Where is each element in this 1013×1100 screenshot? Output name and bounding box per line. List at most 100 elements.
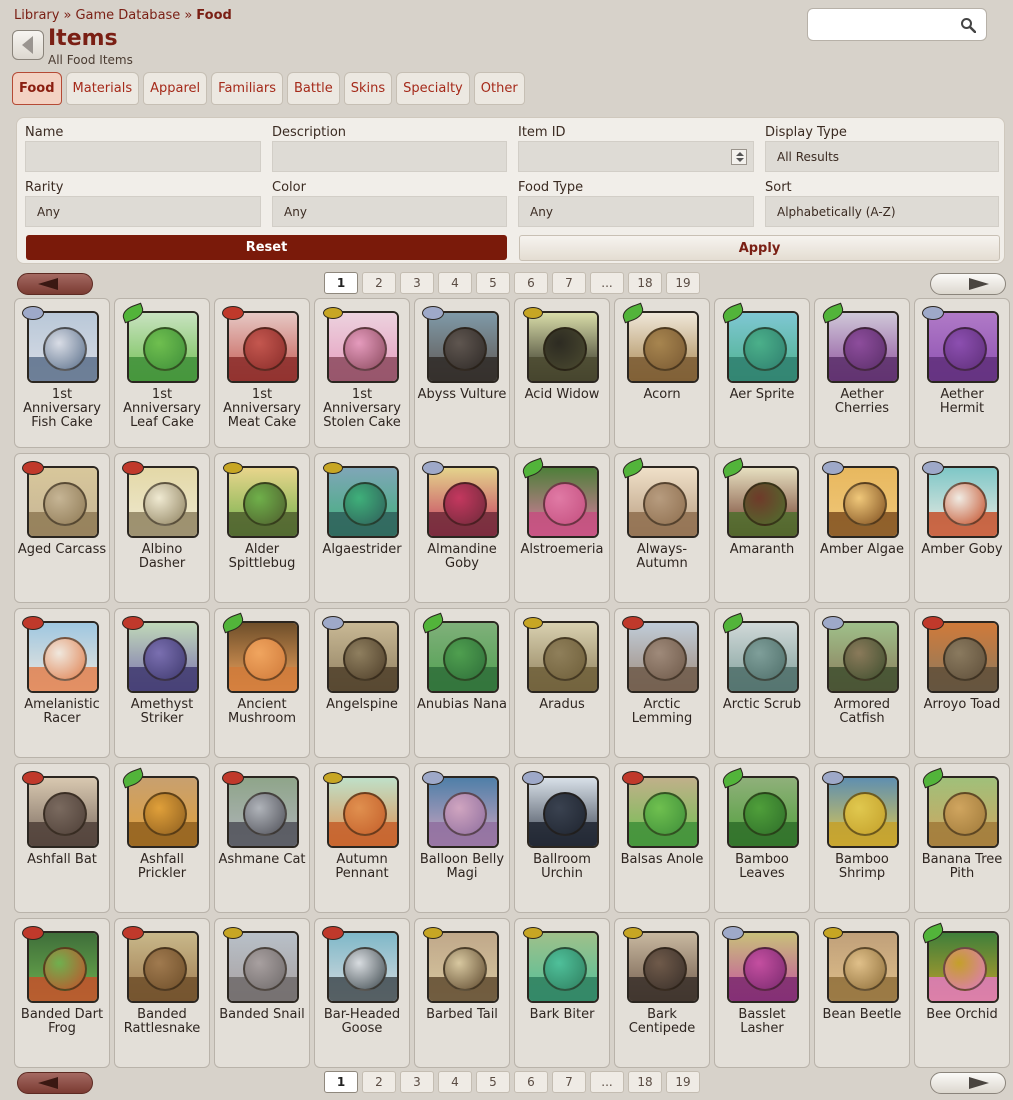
item-card[interactable]: Acid Widow (514, 298, 610, 448)
name-field[interactable] (25, 141, 261, 172)
item-name[interactable]: Banded Snail (217, 1008, 307, 1022)
item-name[interactable]: Armored Catfish (817, 698, 907, 726)
item-card[interactable]: Amaranth (714, 453, 810, 603)
item-card[interactable]: Aer Sprite (714, 298, 810, 448)
item-name[interactable]: Amber Goby (917, 543, 1007, 557)
item-name[interactable]: Algaestrider (317, 543, 407, 557)
item-name[interactable]: Bark Biter (517, 1008, 607, 1022)
page-7-button[interactable]: 7 (552, 272, 586, 294)
item-card[interactable]: Anubias Nana (414, 608, 510, 758)
breadcrumb-game-database[interactable]: Game Database (75, 8, 180, 23)
item-card[interactable]: Alstroemeria (514, 453, 610, 603)
item-card[interactable]: Banded Snail (214, 918, 310, 1068)
item-name[interactable]: Ancient Mushroom (217, 698, 307, 726)
item-name[interactable]: Bar-Headed Goose (317, 1008, 407, 1036)
item-name[interactable]: Alstroemeria (517, 543, 607, 557)
item-card[interactable]: Ashmane Cat (214, 763, 310, 913)
prev-page-button[interactable] (17, 273, 93, 295)
item-card[interactable]: Ashfall Bat (14, 763, 110, 913)
page-18-button[interactable]: 18 (628, 1071, 662, 1093)
item-name[interactable]: Aer Sprite (717, 388, 807, 402)
tab-apparel[interactable]: Apparel (143, 72, 208, 105)
tab-familiars[interactable]: Familiars (211, 72, 284, 105)
item-card[interactable]: Banded Rattlesnake (114, 918, 210, 1068)
item-name[interactable]: 1st Anniversary Fish Cake (17, 388, 107, 430)
item-card[interactable]: Autumn Pennant (314, 763, 410, 913)
item-name[interactable]: Aether Cherries (817, 388, 907, 416)
item-name[interactable]: Albino Dasher (117, 543, 207, 571)
breadcrumb-library[interactable]: Library (14, 8, 59, 23)
item-name[interactable]: Arctic Scrub (717, 698, 807, 712)
page-6-button[interactable]: 6 (514, 272, 548, 294)
page-3-button[interactable]: 3 (400, 272, 434, 294)
item-card[interactable]: Alder Spittlebug (214, 453, 310, 603)
page-5-button[interactable]: 5 (476, 1071, 510, 1093)
item-name[interactable]: Arctic Lemming (617, 698, 707, 726)
item-name[interactable]: Alder Spittlebug (217, 543, 307, 571)
item-card[interactable]: Algaestrider (314, 453, 410, 603)
item-name[interactable]: Anubias Nana (417, 698, 507, 712)
item-card[interactable]: Barbed Tail (414, 918, 510, 1068)
item-name[interactable]: Aether Hermit (917, 388, 1007, 416)
item-name[interactable]: Bean Beetle (817, 1008, 907, 1022)
item-name[interactable]: Banded Dart Frog (17, 1008, 107, 1036)
item-card[interactable]: Armored Catfish (814, 608, 910, 758)
item-name[interactable]: Aged Carcass (17, 543, 107, 557)
item-name[interactable]: Aradus (517, 698, 607, 712)
item-card[interactable]: Balsas Anole (614, 763, 710, 913)
item-card[interactable]: Albino Dasher (114, 453, 210, 603)
page-18-button[interactable]: 18 (628, 272, 662, 294)
page-19-button[interactable]: 19 (666, 1071, 700, 1093)
item-card[interactable]: Bar-Headed Goose (314, 918, 410, 1068)
item-name[interactable]: 1st Anniversary Meat Cake (217, 388, 307, 430)
item-card[interactable]: Bee Orchid (914, 918, 1010, 1068)
item-card[interactable]: Amber Algae (814, 453, 910, 603)
item-card[interactable]: Almandine Goby (414, 453, 510, 603)
item-name[interactable]: Banded Rattlesnake (117, 1008, 207, 1036)
item-name[interactable]: Bark Centipede (617, 1008, 707, 1036)
item-name[interactable]: Amaranth (717, 543, 807, 557)
item-card[interactable]: Bark Centipede (614, 918, 710, 1068)
tab-battle[interactable]: Battle (287, 72, 340, 105)
item-name[interactable]: Arroyo Toad (917, 698, 1007, 712)
item-card[interactable]: Aradus (514, 608, 610, 758)
reset-button[interactable]: Reset (26, 235, 507, 260)
next-page-button[interactable] (930, 273, 1006, 295)
item-name[interactable]: Ashfall Prickler (117, 853, 207, 881)
item-name[interactable]: Autumn Pennant (317, 853, 407, 881)
item-name[interactable]: Bamboo Leaves (717, 853, 807, 881)
tab-other[interactable]: Other (473, 72, 525, 105)
item-name[interactable]: Banana Tree Pith (917, 853, 1007, 881)
item-card[interactable]: Aether Hermit (914, 298, 1010, 448)
tab-materials[interactable]: Materials (65, 72, 140, 105)
item-id-spinner[interactable] (731, 149, 747, 165)
sort-select[interactable]: Alphabetically (A-Z) (765, 196, 999, 227)
item-name[interactable]: Acid Widow (517, 388, 607, 402)
page-2-button[interactable]: 2 (362, 272, 396, 294)
item-card[interactable]: Amethyst Striker (114, 608, 210, 758)
next-page-button[interactable] (930, 1072, 1006, 1094)
tab-food[interactable]: Food (12, 72, 62, 105)
item-card[interactable]: 1st Anniversary Leaf Cake (114, 298, 210, 448)
item-name[interactable]: Amethyst Striker (117, 698, 207, 726)
back-button[interactable] (12, 30, 44, 60)
display-type-select[interactable]: All Results (765, 141, 999, 172)
item-name[interactable]: 1st Anniversary Leaf Cake (117, 388, 207, 430)
page-6-button[interactable]: 6 (514, 1071, 548, 1093)
item-card[interactable]: 1st Anniversary Fish Cake (14, 298, 110, 448)
apply-button[interactable]: Apply (519, 235, 1000, 261)
item-card[interactable]: Ballroom Urchin (514, 763, 610, 913)
item-name[interactable]: Abyss Vulture (417, 388, 507, 402)
description-field[interactable] (272, 141, 507, 172)
item-name[interactable]: Ashfall Bat (17, 853, 107, 867)
page-5-button[interactable]: 5 (476, 272, 510, 294)
item-card[interactable]: Banded Dart Frog (14, 918, 110, 1068)
item-name[interactable]: Almandine Goby (417, 543, 507, 571)
search-icon[interactable] (960, 17, 976, 33)
item-name[interactable]: Balsas Anole (617, 853, 707, 867)
item-name[interactable]: Always-Autumn (617, 543, 707, 571)
item-card[interactable]: Arroyo Toad (914, 608, 1010, 758)
item-card[interactable]: Abyss Vulture (414, 298, 510, 448)
item-name[interactable]: Balloon Belly Magi (417, 853, 507, 881)
item-name[interactable]: Barbed Tail (417, 1008, 507, 1022)
